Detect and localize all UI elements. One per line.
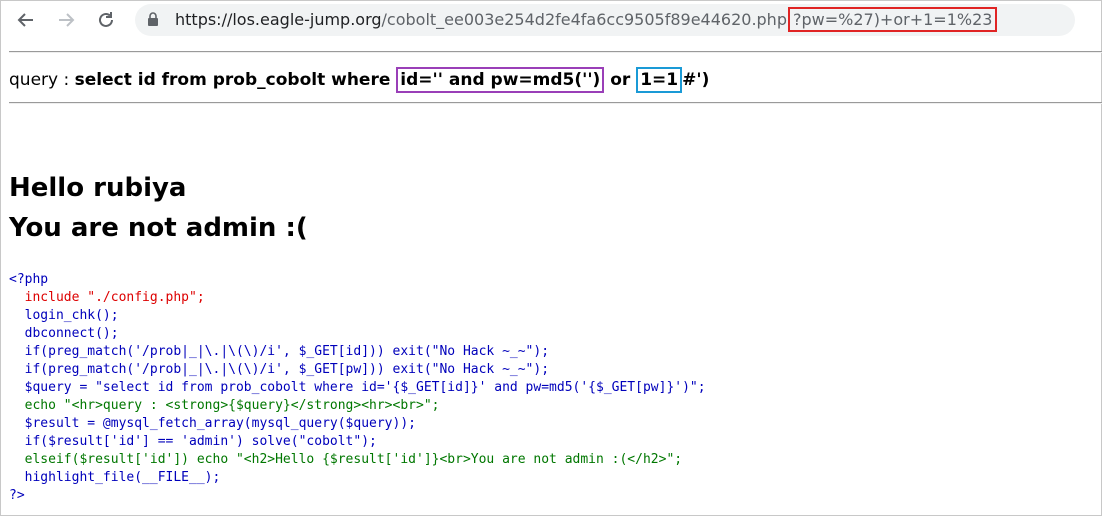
forward-button[interactable] [53,7,79,33]
horizontal-rule [9,51,1102,53]
browser-toolbar: https://los.eagle-jump.org/cobolt_ee003e… [1,1,1101,39]
hello-heading: Hello rubiya [9,173,187,203]
not-admin-heading: You are not admin :( [9,213,308,243]
query-highlight-condition: 1=1 [636,67,683,93]
address-bar[interactable]: https://los.eagle-jump.org/cobolt_ee003e… [135,4,1075,36]
code-line: if($result['id'] == 'admin') solve("cobo… [9,434,377,449]
query-part: #') [682,70,710,90]
url-text: https://los.eagle-jump.org/cobolt_ee003e… [175,7,998,32]
url-query-highlight: ?pw=%27)+or+1=1%23 [787,7,998,32]
arrow-left-icon [17,13,33,27]
query-label: query : [9,70,75,90]
reload-button[interactable] [93,7,119,33]
code-line: elseif($result['id']) echo "<h2>Hello {$… [9,452,683,467]
query-text: select id from prob_cobolt where id='' a… [74,67,710,93]
code-line: $result = @mysql_fetch_array(mysql_query… [9,416,416,431]
php-source-code: <?php include "./config.php"; login_chk(… [9,271,706,505]
code-line: login_chk(); [9,308,119,323]
code-line: highlight_file(__FILE__); [9,470,221,485]
reload-icon [99,12,113,27]
code-line: $query = "select id from prob_cobolt whe… [9,380,706,395]
query-highlight-id-pw: id='' and pw=md5('') [396,67,605,93]
horizontal-rule [9,102,1102,104]
code-line: if(preg_match('/prob|_|\.|\(\)/i', $_GET… [9,344,550,359]
query-line: query : select id from prob_cobolt where… [9,67,710,93]
arrow-right-icon [59,13,75,27]
back-button[interactable] [13,7,39,33]
code-line: <?php [9,272,49,287]
url-host: https://los.eagle-jump.org [175,10,382,29]
url-path: /cobolt_ee003e254d2fe4fa6cc9505f89e44620… [381,10,787,29]
code-line: if(preg_match('/prob|_|\.|\(\)/i', $_GET… [9,362,550,377]
query-part: select id from prob_cobolt where [74,70,397,90]
code-line: dbconnect(); [9,326,119,341]
code-line: ?> [9,488,25,503]
query-part: or [604,70,637,90]
code-line: echo "<hr>query : <strong>{$query}</stro… [9,398,440,413]
lock-icon [148,12,158,26]
code-line: include "./config.php"; [9,290,205,305]
